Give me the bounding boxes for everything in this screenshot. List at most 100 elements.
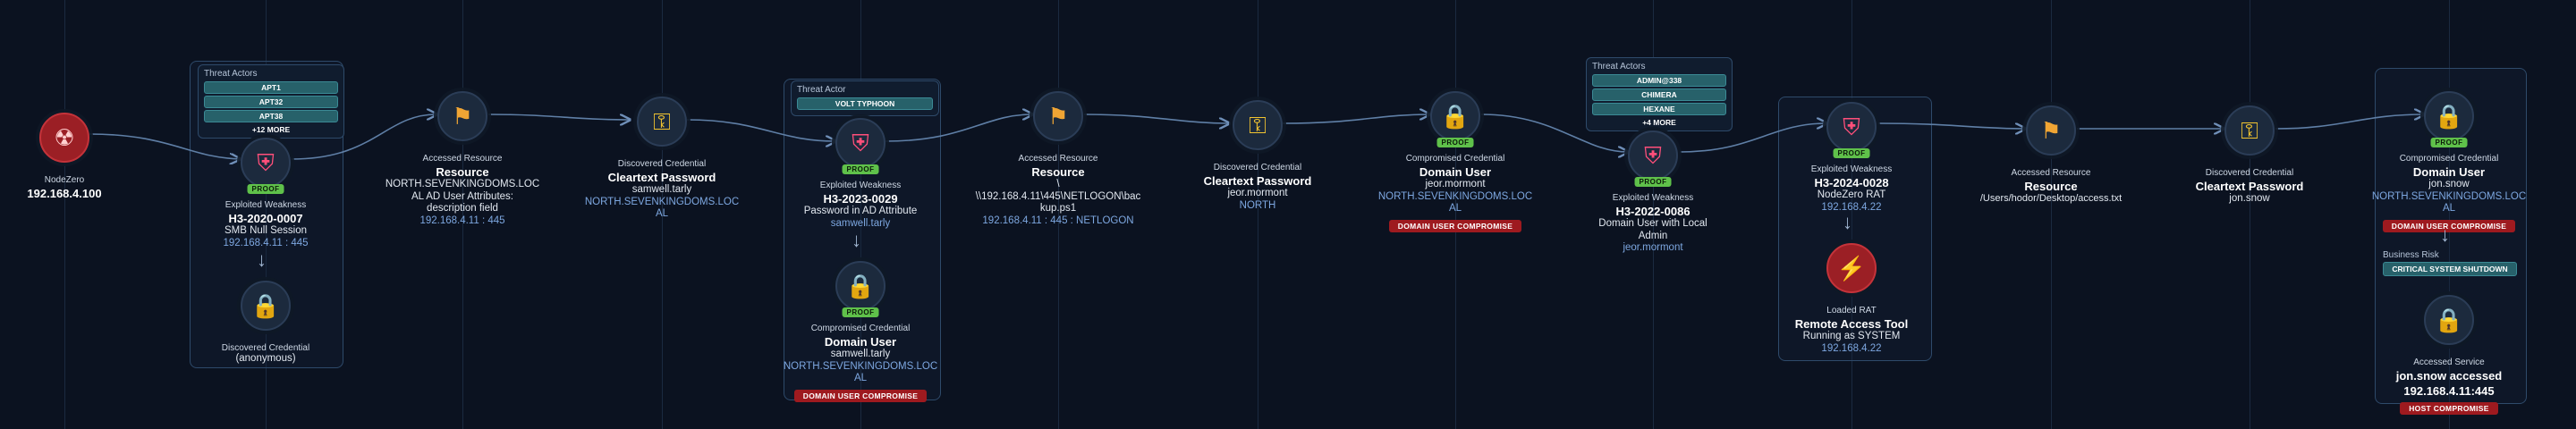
business-risk[interactable]: Business Risk CRITICAL SYSTEM SHUTDOWN xyxy=(2383,250,2517,276)
node-type: Accessed Service xyxy=(2413,358,2485,367)
node-title: Domain User xyxy=(2412,165,2486,179)
node-rat[interactable]: ⚡ Loaded RAT Remote Access Tool Running … xyxy=(1767,243,1936,355)
threat-actor-pill[interactable]: APT38 xyxy=(204,110,338,122)
node-credential-4[interactable]: 🔒 PROOF Compromised Credential Domain Us… xyxy=(2364,91,2534,233)
credential-user: jeor.mormont xyxy=(1227,188,1288,198)
node-title: Remote Access Tool xyxy=(1794,317,1909,331)
node-title: Resource xyxy=(2024,180,2078,193)
credential-domain: NORTH.SEVENKINGDOMS.LOC xyxy=(783,360,938,372)
proof-badge: PROOF xyxy=(1833,148,1870,158)
proof-badge: PROOF xyxy=(247,184,284,194)
lightning-icon: ⚡ xyxy=(1826,243,1877,293)
node-type: Exploited Weakness xyxy=(225,200,307,210)
flag-icon: ⚑ xyxy=(2026,105,2076,156)
node-weakness-2[interactable]: ⛨ PROOF Exploited Weakness H3-2023-0029 … xyxy=(775,118,945,230)
arrow-down-icon: ↓ xyxy=(852,229,861,251)
flag-icon: ⚑ xyxy=(1033,91,1083,141)
arrow-down-icon: ↓ xyxy=(2440,223,2450,246)
threat-actors-label: Threat Actors xyxy=(204,69,258,79)
lock-icon: 🔒 PROOF xyxy=(835,261,886,317)
threat-actors-box-1[interactable]: Threat Actors APT1 APT32 APT38 +12 MORE xyxy=(198,64,344,139)
weakness-desc: Password in AD Attribute xyxy=(803,206,918,216)
node-type: Loaded RAT xyxy=(1826,306,1877,315)
credential-user: jon.snow xyxy=(2428,179,2470,189)
credential-value: (anonymous) xyxy=(235,353,296,364)
node-host: 192.168.4.11 : 445 xyxy=(419,214,505,226)
node-nodezero[interactable]: ☢ NodeZero 192.168.4.100 xyxy=(0,113,149,200)
resource-line: kup.ps1 xyxy=(1039,203,1077,214)
impact-badge[interactable]: DOMAIN USER COMPROMISE xyxy=(793,389,928,402)
threat-actor-box-2[interactable]: Threat Actor VOLT TYPHOON xyxy=(791,80,939,116)
node-type: Compromised Credential xyxy=(2399,154,2499,164)
node-resource-2[interactable]: ⚑ Accessed Resource Resource \ \\192.168… xyxy=(973,91,1143,227)
node-title: Resource xyxy=(436,165,489,179)
node-type: Accessed Resource xyxy=(422,154,503,164)
weakness-id: H3-2022-0086 xyxy=(1615,205,1690,218)
threat-actors-box-3[interactable]: Threat Actors ADMIN@338 CHIMERA HEXANE +… xyxy=(1586,57,1733,131)
threat-actor-pill[interactable]: APT32 xyxy=(204,96,338,108)
node-host: 192.168.4.11 : 445 xyxy=(223,237,309,248)
credential-domain: AL xyxy=(655,208,669,219)
node-credential-2[interactable]: 🔒 PROOF Compromised Credential Domain Us… xyxy=(775,261,945,403)
threat-actor-pill[interactable]: HEXANE xyxy=(1592,103,1726,115)
resource-domain: NORTH.SEVENKINGDOMS.LOC xyxy=(385,179,540,189)
node-cleartext-2[interactable]: ⚿ Discovered Credential Cleartext Passwo… xyxy=(1173,100,1343,212)
attack-path-canvas: Threat Actors APT1 APT32 APT38 +12 MORE … xyxy=(0,0,2576,429)
proof-badge: PROOF xyxy=(1634,177,1672,187)
lock-icon: 🔒 xyxy=(2424,295,2474,345)
arrow-down-icon: ↓ xyxy=(257,248,267,271)
node-weakness-1[interactable]: ⛨ PROOF Exploited Weakness H3-2020-0007 … xyxy=(181,138,351,249)
node-type: Compromised Credential xyxy=(810,324,911,333)
service-host: 192.168.4.11:445 xyxy=(2403,384,2495,398)
resource-line: \ xyxy=(1056,179,1060,189)
node-credential-1[interactable]: 🔒 Discovered Credential (anonymous) xyxy=(181,281,351,366)
node-cleartext-1[interactable]: ⚿ Discovered Credential Cleartext Passwo… xyxy=(577,97,747,221)
proof-badge: PROOF xyxy=(1436,138,1474,147)
impact-badge[interactable]: DOMAIN USER COMPROMISE xyxy=(1388,219,1522,232)
key-icon: ⚿ xyxy=(2224,105,2275,156)
rat-desc: Running as SYSTEM xyxy=(1802,331,1901,341)
threat-actors-more[interactable]: +12 MORE xyxy=(204,125,338,134)
node-type: Exploited Weakness xyxy=(819,181,902,190)
impact-badge[interactable]: HOST COMPROMISE xyxy=(2400,402,2498,415)
node-type: Exploited Weakness xyxy=(1810,164,1893,174)
credential-domain: NORTH.SEVENKINGDOMS.LOC xyxy=(584,196,740,207)
credential-domain: NORTH xyxy=(1239,199,1276,211)
node-title: Cleartext Password xyxy=(2195,180,2304,193)
threat-actors-more[interactable]: +4 MORE xyxy=(1592,118,1726,127)
credential-user: jeor.mormont xyxy=(1425,179,1486,189)
weakness-shield-icon: ⛨ PROOF xyxy=(835,118,886,174)
credential-domain: AL xyxy=(1448,203,1462,214)
weakness-id: H3-2020-0007 xyxy=(228,212,303,225)
lock-icon: 🔒 PROOF xyxy=(1430,91,1480,147)
resource-line: description field xyxy=(427,203,498,214)
weakness-shield-icon: ⛨ PROOF xyxy=(1826,102,1877,158)
node-type: NodeZero xyxy=(44,175,85,185)
node-weakness-4[interactable]: ⛨ PROOF Exploited Weakness H3-2024-0028 … xyxy=(1767,102,1936,214)
node-type: Accessed Resource xyxy=(2011,168,2091,178)
node-cleartext-3[interactable]: ⚿ Discovered Credential Cleartext Passwo… xyxy=(2165,105,2334,206)
node-type: Compromised Credential xyxy=(1405,154,1505,164)
node-credential-3[interactable]: 🔒 PROOF Compromised Credential Domain Us… xyxy=(1370,91,1540,233)
weakness-desc: NodeZero RAT xyxy=(1817,189,1886,200)
node-type: Discovered Credential xyxy=(617,159,707,169)
key-icon: ⚿ xyxy=(637,97,687,147)
proof-badge: PROOF xyxy=(2430,138,2468,147)
proof-badge: PROOF xyxy=(842,164,879,174)
business-risk-value[interactable]: CRITICAL SYSTEM SHUTDOWN xyxy=(2383,262,2517,276)
arrow-down-icon: ↓ xyxy=(1843,211,1852,233)
weakness-id: H3-2024-0028 xyxy=(1814,176,1889,189)
nodezero-icon: ☢ xyxy=(39,113,89,163)
node-ip: 192.168.4.100 xyxy=(27,187,102,200)
threat-actor-pill[interactable]: CHIMERA xyxy=(1592,88,1726,101)
threat-actor-pill[interactable]: APT1 xyxy=(204,81,338,94)
node-weakness-3[interactable]: ⛨ PROOF Exploited Weakness H3-2022-0086 … xyxy=(1568,130,1738,255)
node-host: 192.168.4.22 xyxy=(1821,342,1882,354)
weakness-id: H3-2023-0029 xyxy=(823,192,898,206)
threat-actor-pill[interactable]: ADMIN@338 xyxy=(1592,74,1726,87)
node-resource-1[interactable]: ⚑ Accessed Resource Resource NORTH.SEVEN… xyxy=(377,91,547,227)
threat-actor-pill[interactable]: VOLT TYPHOON xyxy=(797,97,933,110)
node-service[interactable]: 🔒 Accessed Service jon.snow accessed 192… xyxy=(2364,295,2534,416)
service-title: jon.snow accessed xyxy=(2395,369,2503,383)
node-resource-3[interactable]: ⚑ Accessed Resource Resource /Users/hodo… xyxy=(1966,105,2136,205)
